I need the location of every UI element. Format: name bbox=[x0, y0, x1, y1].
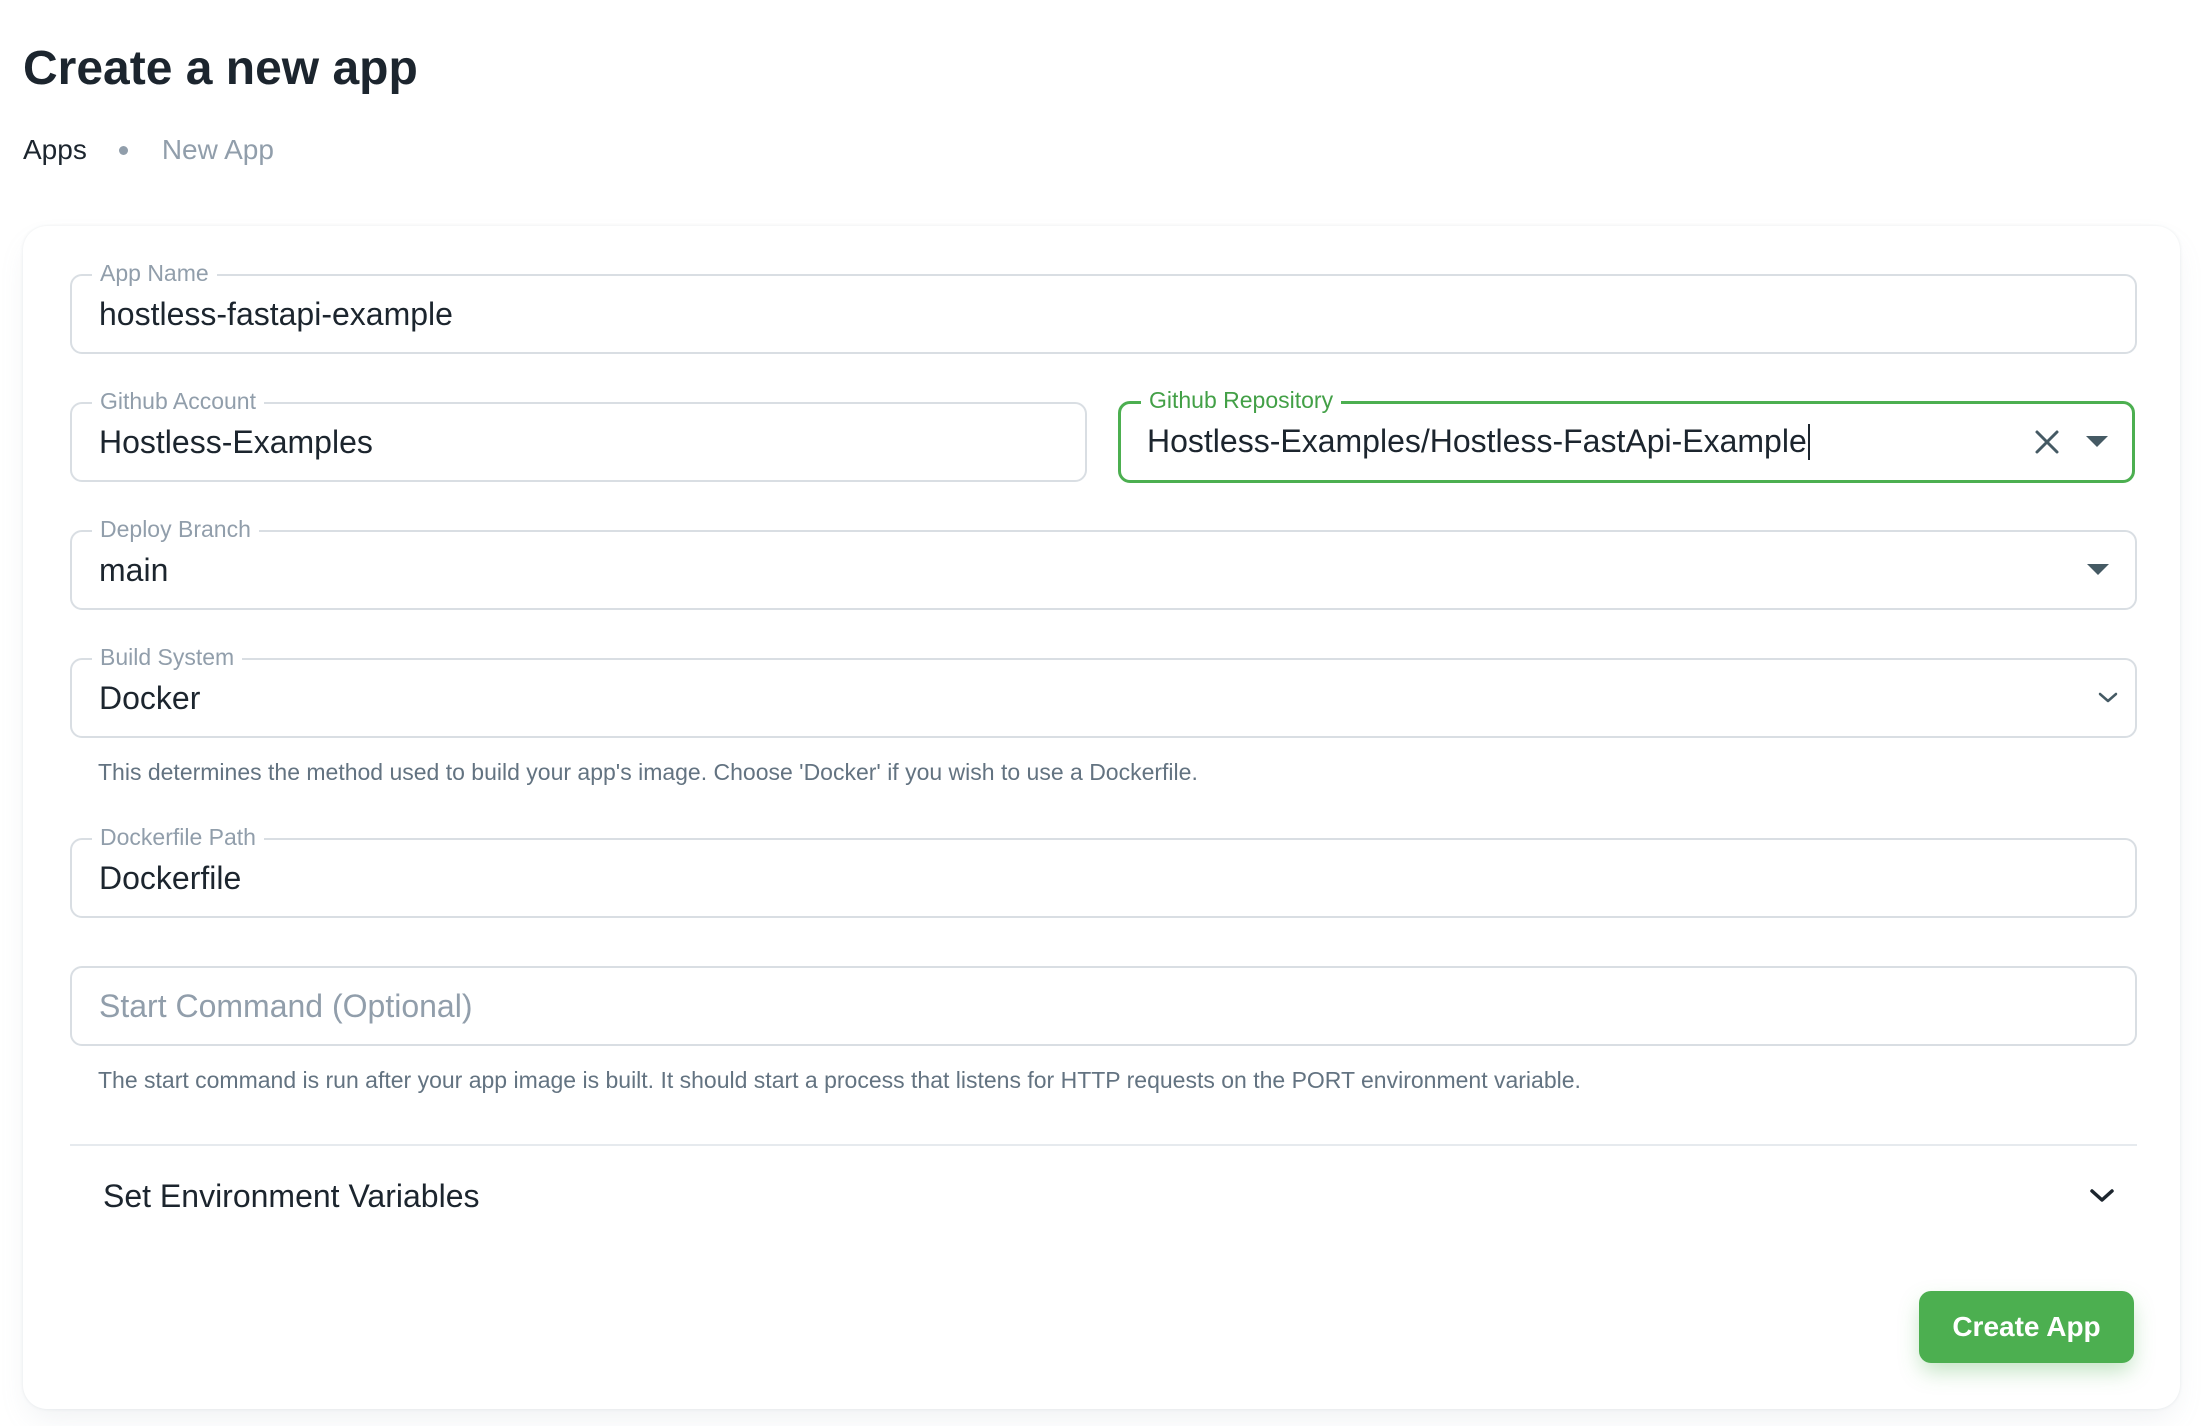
caret-down-icon bbox=[2087, 564, 2109, 575]
github-repository-value: Hostless-Examples/Hostless-FastApi-Examp… bbox=[1147, 423, 1807, 459]
deploy-branch-field[interactable]: Deploy Branch main bbox=[70, 514, 2137, 610]
page-title: Create a new app bbox=[23, 42, 418, 95]
github-repository-field[interactable]: Github Repository Hostless-Examples/Host… bbox=[1118, 385, 2135, 483]
breadcrumb-current: New App bbox=[161, 134, 274, 165]
breadcrumb-apps-link[interactable]: Apps bbox=[23, 134, 87, 166]
github-repository-input[interactable]: Hostless-Examples/Hostless-FastApi-Examp… bbox=[1147, 404, 1810, 478]
env-vars-accordion-label: Set Environment Variables bbox=[103, 1178, 480, 1214]
breadcrumb-separator-dot bbox=[118, 145, 128, 155]
caret-down-icon bbox=[2086, 436, 2108, 447]
build-system-helper-text: This determines the method used to build… bbox=[98, 759, 1198, 785]
deploy-branch-dropdown-button[interactable] bbox=[2078, 550, 2118, 590]
build-system-select[interactable]: Build System Docker bbox=[70, 642, 2137, 738]
dockerfile-path-input[interactable]: Dockerfile bbox=[99, 840, 241, 916]
page: Create a new app Apps New App App Name h… bbox=[0, 0, 2210, 1426]
repository-dropdown-button[interactable] bbox=[2077, 422, 2117, 462]
build-system-dropdown-button[interactable] bbox=[2088, 678, 2128, 718]
deploy-branch-input[interactable]: main bbox=[99, 532, 168, 608]
build-system-value[interactable]: Docker bbox=[99, 660, 200, 736]
breadcrumb: Apps New App bbox=[23, 130, 274, 170]
app-name-input[interactable]: hostless-fastapi-example bbox=[99, 276, 453, 352]
create-app-button[interactable]: Create App bbox=[1919, 1291, 2134, 1363]
chevron-down-icon bbox=[2098, 692, 2118, 703]
env-vars-accordion[interactable]: Set Environment Variables bbox=[70, 1146, 2137, 1246]
env-vars-expand-button[interactable] bbox=[2082, 1176, 2122, 1216]
clear-repository-button[interactable] bbox=[2027, 422, 2067, 462]
close-icon bbox=[2035, 430, 2059, 454]
dockerfile-path-field[interactable]: Dockerfile Path Dockerfile bbox=[70, 822, 2137, 918]
github-account-input[interactable]: Hostless-Examples bbox=[99, 404, 373, 480]
github-account-field[interactable]: Github Account Hostless-Examples bbox=[70, 386, 1087, 482]
app-name-field[interactable]: App Name hostless-fastapi-example bbox=[70, 258, 2137, 354]
start-command-helper-text: The start command is run after your app … bbox=[98, 1067, 1581, 1093]
start-command-field[interactable] bbox=[70, 966, 2137, 1046]
chevron-down-icon bbox=[2090, 1189, 2114, 1202]
text-cursor bbox=[1807, 423, 1810, 460]
start-command-input[interactable] bbox=[99, 968, 1599, 1044]
